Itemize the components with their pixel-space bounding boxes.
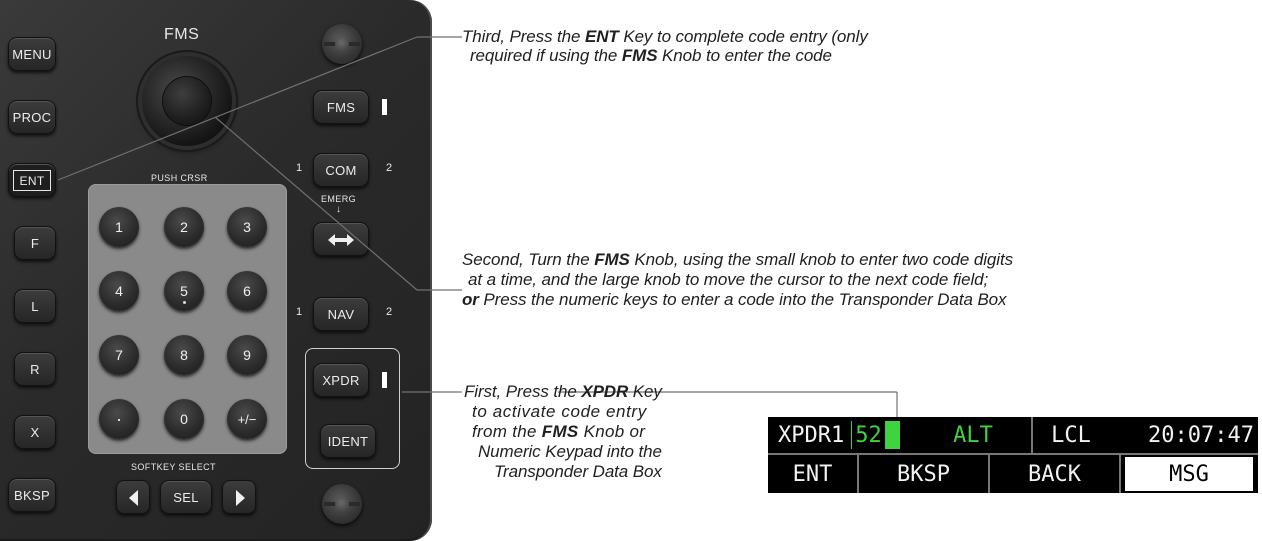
xpdr-key-indicator [382, 372, 387, 388]
fms-knob[interactable] [142, 56, 232, 146]
key-3[interactable]: 3 [227, 207, 267, 247]
push-crsr-label: PUSH CRSR [151, 173, 208, 183]
fms-key[interactable]: FMS [313, 90, 369, 124]
lower-small-knob[interactable] [322, 484, 362, 524]
status-bar: XPDR1 52 ALT LCL 20:07:47 [768, 417, 1258, 453]
fms-knob-small[interactable] [163, 77, 211, 125]
com-right-number: 2 [386, 162, 393, 174]
key-5[interactable]: 5 [164, 271, 204, 311]
callout-first-line4: Numeric Keypad into the [478, 442, 662, 461]
r-key[interactable]: R [14, 352, 56, 386]
callout-third-line1: Third, Press the ENT Key to complete cod… [462, 27, 868, 46]
mode-alt: ALT [953, 422, 993, 448]
right-arrow-icon [236, 490, 245, 506]
com-left-number: 1 [296, 162, 303, 174]
status-divider [1031, 417, 1033, 453]
key-7[interactable]: 7 [99, 335, 139, 375]
key-6[interactable]: 6 [227, 271, 267, 311]
callout-first-line5: Transponder Data Box [494, 462, 662, 481]
numeric-keypad: 1 2 3 4 5 6 7 8 9 · 0 +/− [88, 184, 287, 454]
callout-second-line2: at a time, and the large knob to move th… [468, 270, 989, 289]
softkey-select-label: SOFTKEY SELECT [131, 462, 216, 472]
ent-key[interactable]: ENT [8, 163, 56, 197]
key-4[interactable]: 4 [99, 271, 139, 311]
lcl-label: LCL [1051, 422, 1091, 448]
sel-key[interactable]: SEL [160, 480, 212, 514]
softkey-bar: ENT BKSP BACK MSG [768, 453, 1258, 495]
ent-key-label: ENT [12, 169, 52, 191]
nav-left-number: 1 [296, 306, 303, 318]
code-cursor [900, 421, 915, 449]
callout-third-line2: required if using the FMS Knob to enter … [470, 46, 832, 65]
l-key[interactable]: L [14, 289, 56, 323]
fms-key-indicator [382, 99, 387, 115]
softkey-left-button[interactable] [116, 480, 150, 514]
nav-key[interactable]: NAV [313, 297, 369, 331]
callout-first-line2: to activate code entry [472, 402, 647, 421]
f-key[interactable]: F [14, 226, 56, 260]
key-8[interactable]: 8 [164, 335, 204, 375]
proc-key[interactable]: PROC [8, 100, 56, 134]
swap-arrows-icon [328, 234, 354, 246]
upper-small-knob[interactable] [322, 24, 362, 64]
swap-key[interactable] [313, 222, 369, 256]
fms-title: FMS [164, 26, 200, 43]
callout-second-line3: or Press the numeric keys to enter a cod… [462, 290, 1007, 309]
softkey-select-group: SEL [116, 480, 256, 516]
emerg-label: EMERG [321, 194, 357, 204]
emerg-arrow-icon: ↓ [336, 204, 342, 215]
code-entry[interactable]: 52 [852, 421, 885, 449]
menu-key[interactable]: MENU [8, 37, 56, 71]
transponder-display: XPDR1 52 ALT LCL 20:07:47 ENT BKSP BACK … [768, 417, 1258, 493]
callout-second-line1: Second, Turn the FMS Knob, using the sma… [462, 250, 1013, 269]
softkey-msg[interactable]: MSG [1125, 457, 1253, 491]
key-0[interactable]: 0 [164, 399, 204, 439]
xpdr-key[interactable]: XPDR [313, 363, 369, 397]
nav-right-number: 2 [386, 306, 393, 318]
callout-first-line3: from the FMS Knob or [472, 422, 646, 441]
key-9[interactable]: 9 [227, 335, 267, 375]
com-key[interactable]: COM [313, 153, 369, 187]
key-plus-minus[interactable]: +/− [227, 399, 267, 439]
key-decimal[interactable]: · [99, 399, 139, 439]
x-key[interactable]: X [14, 415, 56, 449]
key-2[interactable]: 2 [164, 207, 204, 247]
softkey-ent[interactable]: ENT [768, 455, 859, 493]
xpdr-label: XPDR1 [778, 422, 845, 448]
bksp-key[interactable]: BKSP [8, 478, 56, 512]
control-bezel: FMS MENU PROC ENT F L R X BKSP PUSH CRSR… [0, 0, 432, 541]
softkey-bksp[interactable]: BKSP [859, 455, 990, 493]
key-1[interactable]: 1 [99, 207, 139, 247]
softkey-right-button[interactable] [222, 480, 256, 514]
left-arrow-icon [129, 490, 138, 506]
ident-key[interactable]: IDENT [320, 424, 376, 458]
softkey-back[interactable]: BACK [990, 455, 1121, 493]
clock-time: 20:07:47 [1148, 422, 1254, 448]
callout-first-line1: First, Press the XPDR Key [464, 382, 662, 401]
